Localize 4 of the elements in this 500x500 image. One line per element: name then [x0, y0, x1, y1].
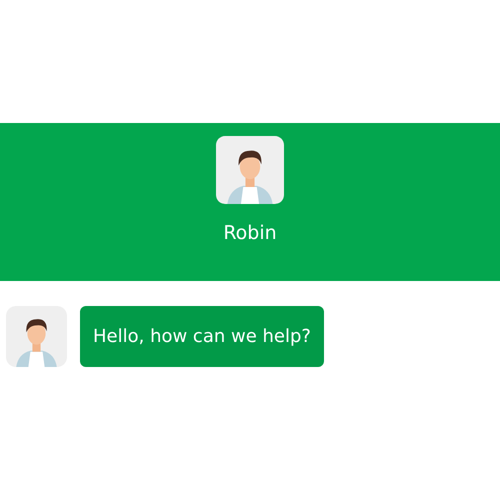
avatar-icon [6, 306, 67, 367]
agent-name: Robin [223, 222, 277, 244]
message-bubble: Hello, how can we help? [80, 306, 324, 367]
avatar-icon [213, 136, 287, 204]
